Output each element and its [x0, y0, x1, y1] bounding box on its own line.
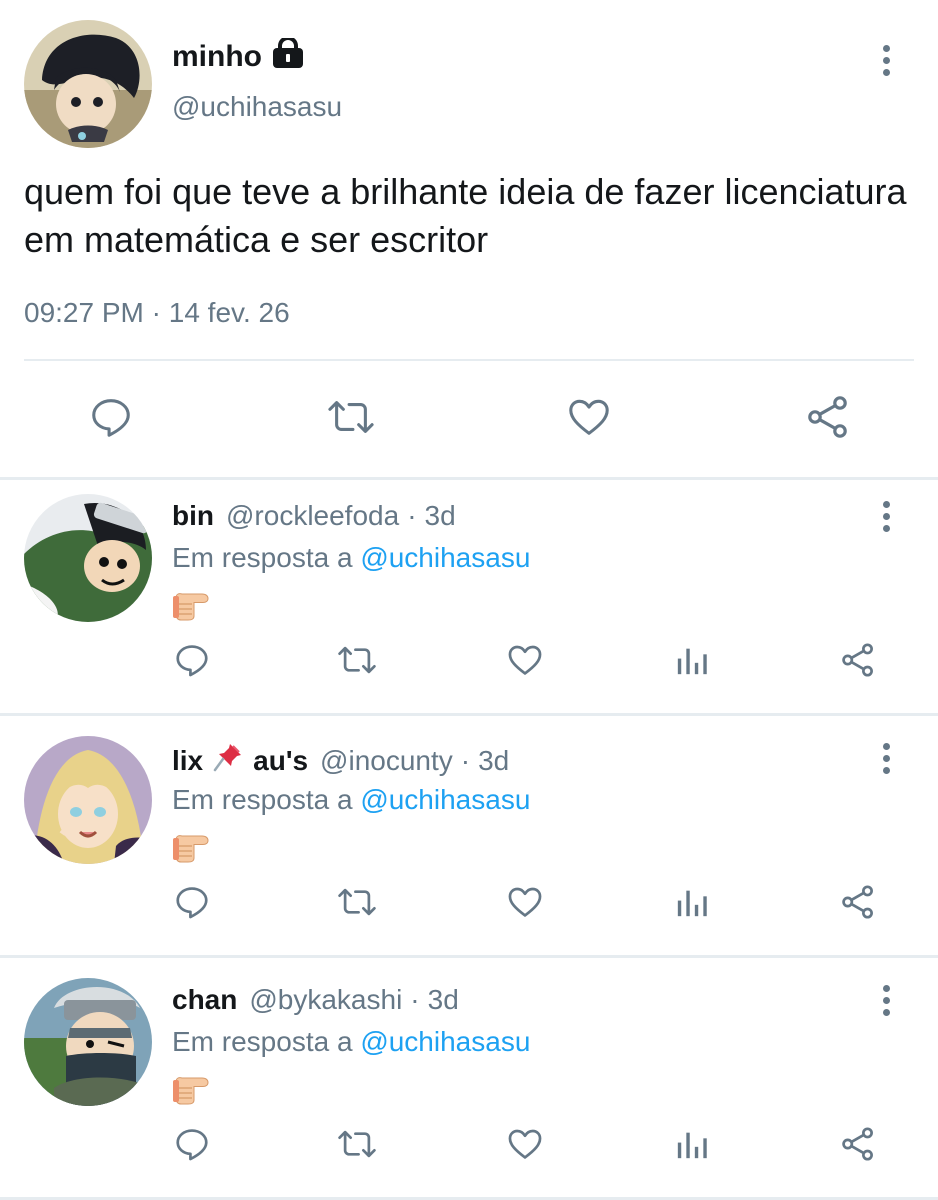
reply-author-avatar[interactable]	[24, 494, 152, 622]
reply-header: bin @rockleefoda · 3d	[172, 500, 456, 532]
pointing-hand-emoji	[172, 828, 210, 864]
reply-icon[interactable]	[86, 392, 136, 442]
share-icon[interactable]	[838, 882, 878, 922]
heart-icon[interactable]	[505, 1124, 545, 1164]
reply-actions	[0, 638, 938, 688]
retweet-icon[interactable]	[334, 640, 380, 680]
main-tweet-date: 14 fev. 26	[168, 297, 290, 328]
reply-author-name[interactable]: bin	[172, 500, 214, 532]
reply-mention-link[interactable]: @uchihasasu	[360, 542, 530, 573]
reply-author-name-suffix: au's	[253, 744, 309, 776]
main-author-name[interactable]: minho	[172, 36, 304, 76]
reply-tweet[interactable]: lix au's @inocunty · 3d Em resposta a @u…	[0, 722, 938, 962]
header-dot: ·	[460, 744, 471, 776]
retweet-icon[interactable]	[323, 392, 379, 442]
reply-time[interactable]: 3d	[478, 745, 509, 777]
reply-prefix: Em resposta a	[172, 1026, 353, 1057]
pushpin-icon	[213, 742, 243, 779]
pointing-hand-emoji	[172, 1070, 210, 1106]
reply-author-handle[interactable]: @rockleefoda	[226, 500, 399, 532]
reply-context: Em resposta a @uchihasasu	[172, 542, 530, 574]
heart-icon[interactable]	[505, 882, 545, 922]
reply-mention-link[interactable]: @uchihasasu	[360, 1026, 530, 1057]
main-author-avatar[interactable]	[24, 20, 152, 148]
analytics-icon[interactable]	[674, 640, 710, 680]
tweet-separator	[0, 955, 938, 958]
reply-tweet[interactable]: bin @rockleefoda · 3d Em resposta a @uch…	[0, 480, 938, 720]
main-author-handle[interactable]: @uchihasasu	[172, 91, 342, 123]
share-icon[interactable]	[838, 1124, 878, 1164]
reply-time[interactable]: 3d	[428, 984, 459, 1016]
reply-author-handle[interactable]: @inocunty	[320, 745, 453, 777]
reply-author-avatar[interactable]	[24, 978, 152, 1106]
retweet-icon[interactable]	[334, 1124, 380, 1164]
reply-header: chan @bykakashi · 3d	[172, 984, 459, 1016]
more-vertical-icon[interactable]	[871, 738, 901, 778]
analytics-icon[interactable]	[674, 1124, 710, 1164]
reply-icon[interactable]	[172, 1124, 212, 1164]
reply-actions	[0, 880, 938, 930]
main-tweet-divider	[24, 359, 914, 361]
reply-header: lix au's @inocunty · 3d	[172, 742, 509, 779]
main-tweet-time: 09:27 PM	[24, 297, 144, 328]
lock-icon	[272, 36, 304, 76]
header-dot: ·	[407, 500, 417, 531]
more-vertical-icon[interactable]	[871, 40, 901, 80]
reply-prefix: Em resposta a	[172, 784, 353, 815]
reply-author-name-text: lix	[172, 744, 204, 776]
reply-context: Em resposta a @uchihasasu	[172, 1026, 530, 1058]
analytics-icon[interactable]	[674, 882, 710, 922]
share-icon[interactable]	[803, 392, 853, 442]
reply-mention-link[interactable]: @uchihasasu	[360, 784, 530, 815]
reply-context: Em resposta a @uchihasasu	[172, 784, 530, 816]
heart-icon[interactable]	[564, 392, 614, 442]
reply-icon[interactable]	[172, 882, 212, 922]
main-author-name-text: minho	[172, 40, 262, 73]
reply-author-avatar[interactable]	[24, 736, 152, 864]
reply-tweet[interactable]: chan @bykakashi · 3d Em resposta a @uchi…	[0, 964, 938, 1200]
share-icon[interactable]	[838, 640, 878, 680]
main-tweet-text: quem foi que teve a brilhante ideia de f…	[24, 171, 907, 260]
reply-author-name[interactable]: chan	[172, 984, 237, 1016]
tweet-separator	[0, 713, 938, 716]
pointing-hand-emoji	[172, 586, 210, 622]
more-vertical-icon[interactable]	[871, 496, 901, 536]
reply-author-handle[interactable]: @bykakashi	[249, 984, 402, 1016]
reply-icon[interactable]	[172, 640, 212, 680]
main-tweet: minho @uchihasasu quem foi que teve a br…	[0, 0, 938, 478]
heart-icon[interactable]	[505, 640, 545, 680]
header-dot: ·	[410, 984, 420, 1015]
main-tweet-actions	[0, 388, 938, 452]
main-tweet-timestamp[interactable]: 09:27 PM · 14 fev. 26	[24, 297, 290, 329]
reply-author-name[interactable]: lix au's	[172, 742, 308, 779]
timestamp-separator: ·	[151, 297, 161, 328]
reply-prefix: Em resposta a	[172, 542, 353, 573]
reply-actions	[0, 1122, 938, 1172]
reply-time[interactable]: 3d	[425, 500, 456, 532]
retweet-icon[interactable]	[334, 882, 380, 922]
more-vertical-icon[interactable]	[871, 980, 901, 1020]
